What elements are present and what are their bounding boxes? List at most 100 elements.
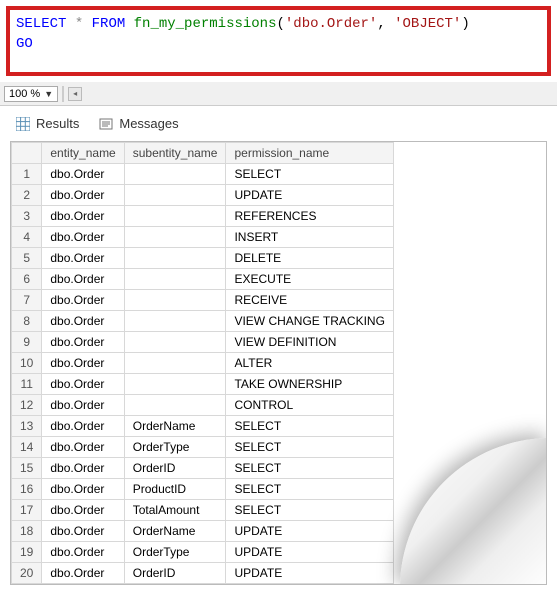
table-row[interactable]: 9dbo.Order VIEW DEFINITION: [12, 332, 394, 353]
cell-subentity[interactable]: OrderName: [124, 416, 226, 437]
header-subentity[interactable]: subentity_name: [124, 143, 226, 164]
row-number[interactable]: 11: [12, 374, 42, 395]
row-number[interactable]: 14: [12, 437, 42, 458]
cell-entity[interactable]: dbo.Order: [42, 416, 124, 437]
tab-results[interactable]: Results: [10, 114, 85, 133]
table-row[interactable]: 11dbo.Order TAKE OWNERSHIP: [12, 374, 394, 395]
cell-entity[interactable]: dbo.Order: [42, 542, 124, 563]
cell-entity[interactable]: dbo.Order: [42, 290, 124, 311]
row-number[interactable]: 20: [12, 563, 42, 584]
row-number[interactable]: 3: [12, 206, 42, 227]
editor-line-2[interactable]: GO: [16, 34, 541, 54]
cell-permission[interactable]: EXECUTE: [226, 269, 393, 290]
table-row[interactable]: 7dbo.Order RECEIVE: [12, 290, 394, 311]
cell-subentity[interactable]: [124, 311, 226, 332]
cell-subentity[interactable]: ProductID: [124, 479, 226, 500]
table-row[interactable]: 1dbo.OrderSELECT: [12, 164, 394, 185]
cell-permission[interactable]: ALTER: [226, 353, 393, 374]
cell-permission[interactable]: VIEW CHANGE TRACKING: [226, 311, 393, 332]
cell-permission[interactable]: UPDATE: [226, 563, 393, 584]
cell-entity[interactable]: dbo.Order: [42, 164, 124, 185]
cell-subentity[interactable]: [124, 374, 226, 395]
cell-permission[interactable]: SELECT: [226, 458, 393, 479]
row-number[interactable]: 12: [12, 395, 42, 416]
row-number[interactable]: 8: [12, 311, 42, 332]
row-number[interactable]: 9: [12, 332, 42, 353]
cell-permission[interactable]: SELECT: [226, 500, 393, 521]
cell-entity[interactable]: dbo.Order: [42, 206, 124, 227]
row-number[interactable]: 4: [12, 227, 42, 248]
cell-entity[interactable]: dbo.Order: [42, 500, 124, 521]
cell-subentity[interactable]: [124, 395, 226, 416]
cell-entity[interactable]: dbo.Order: [42, 437, 124, 458]
table-row[interactable]: 8dbo.Order VIEW CHANGE TRACKING: [12, 311, 394, 332]
cell-entity[interactable]: dbo.Order: [42, 521, 124, 542]
results-table[interactable]: entity_name subentity_name permission_na…: [11, 142, 394, 584]
cell-entity[interactable]: dbo.Order: [42, 458, 124, 479]
row-number[interactable]: 19: [12, 542, 42, 563]
table-row[interactable]: 6dbo.OrderEXECUTE: [12, 269, 394, 290]
cell-entity[interactable]: dbo.Order: [42, 374, 124, 395]
cell-subentity[interactable]: OrderID: [124, 458, 226, 479]
cell-subentity[interactable]: [124, 227, 226, 248]
header-entity[interactable]: entity_name: [42, 143, 124, 164]
zoom-dropdown[interactable]: 100 % ▼: [4, 86, 58, 102]
cell-permission[interactable]: UPDATE: [226, 185, 393, 206]
table-row[interactable]: 14dbo.OrderOrderTypeSELECT: [12, 437, 394, 458]
cell-entity[interactable]: dbo.Order: [42, 353, 124, 374]
row-number[interactable]: 6: [12, 269, 42, 290]
cell-subentity[interactable]: [124, 248, 226, 269]
cell-subentity[interactable]: OrderType: [124, 542, 226, 563]
cell-subentity[interactable]: OrderName: [124, 521, 226, 542]
row-number[interactable]: 16: [12, 479, 42, 500]
header-rownum[interactable]: [12, 143, 42, 164]
cell-permission[interactable]: UPDATE: [226, 521, 393, 542]
sql-editor[interactable]: SELECT * FROM fn_my_permissions('dbo.Ord…: [6, 6, 551, 76]
cell-subentity[interactable]: OrderID: [124, 563, 226, 584]
cell-entity[interactable]: dbo.Order: [42, 227, 124, 248]
row-number[interactable]: 13: [12, 416, 42, 437]
table-row[interactable]: 17dbo.OrderTotalAmountSELECT: [12, 500, 394, 521]
row-number[interactable]: 18: [12, 521, 42, 542]
table-row[interactable]: 19dbo.OrderOrderTypeUPDATE: [12, 542, 394, 563]
cell-subentity[interactable]: [124, 353, 226, 374]
cell-permission[interactable]: INSERT: [226, 227, 393, 248]
cell-entity[interactable]: dbo.Order: [42, 395, 124, 416]
cell-permission[interactable]: SELECT: [226, 437, 393, 458]
cell-permission[interactable]: TAKE OWNERSHIP: [226, 374, 393, 395]
cell-subentity[interactable]: [124, 164, 226, 185]
row-number[interactable]: 7: [12, 290, 42, 311]
cell-permission[interactable]: SELECT: [226, 416, 393, 437]
table-row[interactable]: 20dbo.OrderOrderIDUPDATE: [12, 563, 394, 584]
cell-permission[interactable]: RECEIVE: [226, 290, 393, 311]
row-number[interactable]: 1: [12, 164, 42, 185]
table-row[interactable]: 13dbo.OrderOrderNameSELECT: [12, 416, 394, 437]
table-row[interactable]: 3dbo.Order REFERENCES: [12, 206, 394, 227]
table-row[interactable]: 15dbo.OrderOrderIDSELECT: [12, 458, 394, 479]
cell-entity[interactable]: dbo.Order: [42, 479, 124, 500]
cell-subentity[interactable]: [124, 206, 226, 227]
table-row[interactable]: 5dbo.OrderDELETE: [12, 248, 394, 269]
table-row[interactable]: 18dbo.OrderOrderNameUPDATE: [12, 521, 394, 542]
cell-subentity[interactable]: TotalAmount: [124, 500, 226, 521]
cell-permission[interactable]: CONTROL: [226, 395, 393, 416]
cell-permission[interactable]: REFERENCES: [226, 206, 393, 227]
cell-subentity[interactable]: OrderType: [124, 437, 226, 458]
cell-entity[interactable]: dbo.Order: [42, 332, 124, 353]
cell-permission[interactable]: SELECT: [226, 479, 393, 500]
cell-subentity[interactable]: [124, 290, 226, 311]
cell-subentity[interactable]: [124, 185, 226, 206]
cell-permission[interactable]: VIEW DEFINITION: [226, 332, 393, 353]
editor-line-1[interactable]: SELECT * FROM fn_my_permissions('dbo.Ord…: [16, 14, 541, 34]
tab-messages[interactable]: Messages: [93, 114, 184, 133]
row-number[interactable]: 15: [12, 458, 42, 479]
row-number[interactable]: 10: [12, 353, 42, 374]
table-row[interactable]: 10dbo.Order ALTER: [12, 353, 394, 374]
cell-subentity[interactable]: [124, 269, 226, 290]
cell-entity[interactable]: dbo.Order: [42, 563, 124, 584]
row-number[interactable]: 2: [12, 185, 42, 206]
header-permission[interactable]: permission_name: [226, 143, 393, 164]
cell-entity[interactable]: dbo.Order: [42, 311, 124, 332]
table-row[interactable]: 4dbo.Order INSERT: [12, 227, 394, 248]
row-number[interactable]: 17: [12, 500, 42, 521]
